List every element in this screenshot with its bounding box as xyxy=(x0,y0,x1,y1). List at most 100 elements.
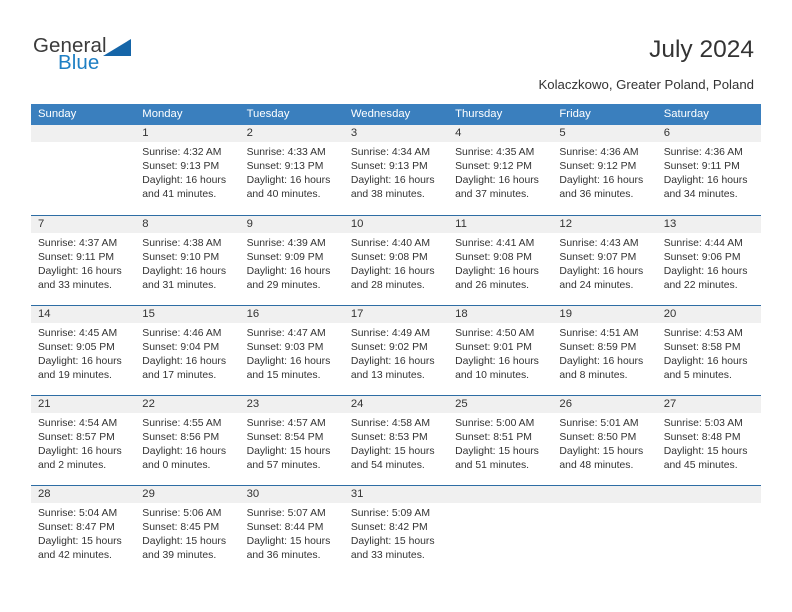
calendar-day-cell[interactable]: 22 Sunrise: 4:55 AM Sunset: 8:56 PM Dayligh… xyxy=(135,394,240,485)
sunset-text: Sunset: 9:08 PM xyxy=(350,251,428,263)
sunrise-text: Sunrise: 4:47 AM xyxy=(246,327,326,339)
calendar-day-cell[interactable]: 9 Sunrise: 4:39 AM Sunset: 9:09 PM Daylight… xyxy=(239,214,344,305)
day-details: Sunrise: 4:36 AM Sunset: 9:12 PM Daylight:… xyxy=(552,142,656,202)
daylight-text-line1: Daylight: 16 hours xyxy=(559,265,644,277)
calendar-day-cell[interactable]: 27 Sunrise: 5:03 AM Sunset: 8:48 PM Dayligh… xyxy=(656,394,761,485)
sunrise-text: Sunrise: 5:06 AM xyxy=(142,507,222,519)
day-details: Sunrise: 4:39 AM Sunset: 9:09 PM Daylight:… xyxy=(240,233,344,293)
day-details: Sunrise: 5:04 AM Sunset: 8:47 PM Daylight:… xyxy=(31,503,135,563)
daylight-text-line1: Daylight: 16 hours xyxy=(663,175,748,187)
sunrise-text: Sunrise: 4:35 AM xyxy=(455,147,535,158)
sunset-text: Sunset: 9:03 PM xyxy=(246,341,324,353)
daylight-text-line2: and 57 minutes. xyxy=(246,459,321,471)
calendar-table: Sunday Monday Tuesday Wednesday Thursday Frid… xyxy=(31,104,761,575)
calendar-day-cell[interactable]: 26 Sunrise: 5:01 AM Sunset: 8:50 PM Dayligh… xyxy=(552,394,657,485)
day-number: 8 xyxy=(135,215,240,233)
calendar-day-cell[interactable]: 3 Sunrise: 4:34 AM Sunset: 9:13 PM Daylight… xyxy=(343,125,449,215)
day-number: 3 xyxy=(343,125,449,142)
sunrise-text: Sunrise: 4:36 AM xyxy=(559,147,639,158)
day-details: Sunrise: 5:09 AM Sunset: 8:42 PM Daylight:… xyxy=(344,503,448,563)
calendar-day-cell-empty xyxy=(31,125,136,215)
calendar-day-cell[interactable]: 8 Sunrise: 4:38 AM Sunset: 9:10 PM Daylight… xyxy=(135,214,240,305)
calendar-day-cell[interactable]: 11 Sunrise: 4:41 AM Sunset: 9:08 PM Dayligh… xyxy=(448,214,553,305)
day-details: Sunrise: 4:46 AM Sunset: 9:04 PM Daylight:… xyxy=(135,323,239,383)
daylight-text-line2: and 13 minutes. xyxy=(350,369,425,381)
day-details: Sunrise: 4:55 AM Sunset: 8:56 PM Daylight:… xyxy=(135,413,239,473)
day-details: Sunrise: 4:33 AM Sunset: 9:13 PM Daylight:… xyxy=(240,142,344,202)
calendar-day-cell[interactable]: 30 Sunrise: 5:07 AM Sunset: 8:44 PM Dayligh… xyxy=(239,484,344,575)
day-number: 28 xyxy=(31,485,136,503)
daylight-text-line2: and 48 minutes. xyxy=(559,459,634,471)
sunset-text: Sunset: 8:50 PM xyxy=(559,431,637,443)
sunset-text: Sunset: 9:11 PM xyxy=(663,161,740,173)
day-number: 17 xyxy=(343,305,449,323)
calendar-day-cell[interactable]: 4 Sunrise: 4:35 AM Sunset: 9:12 PM Daylight… xyxy=(448,125,553,215)
calendar-day-cell[interactable]: 10 Sunrise: 4:40 AM Sunset: 9:08 PM Dayligh… xyxy=(343,214,449,305)
day-number: 5 xyxy=(552,125,657,142)
daylight-text-line1: Daylight: 15 hours xyxy=(350,445,435,457)
sunset-text: Sunset: 8:45 PM xyxy=(142,521,220,533)
calendar-day-cell[interactable]: 19 Sunrise: 4:51 AM Sunset: 8:59 PM Dayligh… xyxy=(552,304,657,395)
day-number: 25 xyxy=(448,395,553,413)
calendar-day-cell[interactable]: 20 Sunrise: 4:53 AM Sunset: 8:58 PM Dayligh… xyxy=(656,304,761,395)
sunrise-text: Sunrise: 4:54 AM xyxy=(38,417,118,429)
page-header: General Blue July 2024 Kolaczkowo, Great… xyxy=(0,0,792,104)
calendar-week-row: 1 Sunrise: 4:32 AM Sunset: 9:13 PM Daylight… xyxy=(31,125,761,215)
daylight-text-line1: Daylight: 16 hours xyxy=(455,265,539,277)
calendar-day-cell[interactable]: 18 Sunrise: 4:50 AM Sunset: 9:01 PM Dayligh… xyxy=(448,304,553,395)
daylight-text-line1: Daylight: 15 hours xyxy=(38,535,122,547)
daylight-text-line2: and 15 minutes. xyxy=(246,369,321,381)
daylight-text-line1: Daylight: 16 hours xyxy=(663,355,748,367)
calendar-day-cell[interactable]: 24 Sunrise: 4:58 AM Sunset: 8:53 PM Dayligh… xyxy=(343,394,449,485)
day-number: 24 xyxy=(343,395,449,413)
calendar-day-cell[interactable]: 31 Sunrise: 5:09 AM Sunset: 8:42 PM Dayligh… xyxy=(343,484,449,575)
calendar-week-row: 14 Sunrise: 4:45 AM Sunset: 9:05 PM Dayligh… xyxy=(31,304,761,395)
calendar-day-cell[interactable]: 16 Sunrise: 4:47 AM Sunset: 9:03 PM Dayligh… xyxy=(239,304,344,395)
sunset-text: Sunset: 9:05 PM xyxy=(38,341,115,353)
daylight-text-line1: Daylight: 16 hours xyxy=(559,355,644,367)
sunrise-text: Sunrise: 4:45 AM xyxy=(38,327,118,339)
calendar-day-cell[interactable]: 15 Sunrise: 4:46 AM Sunset: 9:04 PM Dayligh… xyxy=(135,304,240,395)
brand-logo[interactable]: General Blue xyxy=(33,35,193,83)
day-details: Sunrise: 4:43 AM Sunset: 9:07 PM Daylight:… xyxy=(552,233,656,293)
day-details: Sunrise: 4:58 AM Sunset: 8:53 PM Daylight:… xyxy=(344,413,448,473)
calendar-day-cell[interactable]: 6 Sunrise: 4:36 AM Sunset: 9:11 PM Daylight… xyxy=(656,125,761,215)
day-number: 27 xyxy=(656,395,761,413)
day-number: 15 xyxy=(135,305,240,323)
daylight-text-line2: and 24 minutes. xyxy=(559,279,634,291)
calendar-day-cell[interactable]: 5 Sunrise: 4:36 AM Sunset: 9:12 PM Daylight… xyxy=(552,125,657,215)
calendar-day-cell[interactable]: 14 Sunrise: 4:45 AM Sunset: 9:05 PM Dayligh… xyxy=(31,304,136,395)
day-details: Sunrise: 5:03 AM Sunset: 8:48 PM Daylight:… xyxy=(657,413,761,473)
calendar-day-cell[interactable]: 2 Sunrise: 4:33 AM Sunset: 9:13 PM Daylight… xyxy=(239,125,344,215)
calendar-day-cell[interactable]: 13 Sunrise: 4:44 AM Sunset: 9:06 PM Dayligh… xyxy=(656,214,761,305)
daylight-text-line1: Daylight: 16 hours xyxy=(663,265,748,277)
day-number: 7 xyxy=(31,215,136,233)
weekday-header-wednesday: Wednesday xyxy=(343,104,449,125)
sunset-text: Sunset: 9:02 PM xyxy=(350,341,428,353)
calendar-day-cell[interactable]: 12 Sunrise: 4:43 AM Sunset: 9:07 PM Dayligh… xyxy=(552,214,657,305)
daylight-text-line2: and 17 minutes. xyxy=(142,369,217,381)
calendar-day-cell[interactable]: 21 Sunrise: 4:54 AM Sunset: 8:57 PM Dayligh… xyxy=(31,394,136,485)
sunset-text: Sunset: 9:07 PM xyxy=(559,251,637,263)
weekday-header-tuesday: Tuesday xyxy=(239,104,344,125)
day-number: 20 xyxy=(656,305,761,323)
calendar-day-cell[interactable]: 23 Sunrise: 4:57 AM Sunset: 8:54 PM Dayligh… xyxy=(239,394,344,485)
day-number: 12 xyxy=(552,215,657,233)
calendar-day-cell[interactable]: 7 Sunrise: 4:37 AM Sunset: 9:11 PM Daylight… xyxy=(31,214,136,305)
calendar-day-cell[interactable]: 29 Sunrise: 5:06 AM Sunset: 8:45 PM Dayligh… xyxy=(135,484,240,575)
calendar-day-cell[interactable]: 1 Sunrise: 4:32 AM Sunset: 9:13 PM Daylight… xyxy=(135,125,240,215)
daylight-text-line1: Daylight: 16 hours xyxy=(246,175,331,187)
daylight-text-line1: Daylight: 16 hours xyxy=(38,355,122,367)
sunrise-text: Sunrise: 5:03 AM xyxy=(663,417,743,429)
daylight-text-line2: and 42 minutes. xyxy=(38,549,112,561)
weekday-header-sunday: Sunday xyxy=(31,104,136,125)
sunrise-text: Sunrise: 4:36 AM xyxy=(663,147,743,158)
calendar-day-cell[interactable]: 17 Sunrise: 4:49 AM Sunset: 9:02 PM Dayligh… xyxy=(343,304,449,395)
sunset-text: Sunset: 8:57 PM xyxy=(38,431,115,443)
calendar-header-row: Sunday Monday Tuesday Wednesday Thursday Frid… xyxy=(31,104,761,125)
sunrise-text: Sunrise: 4:32 AM xyxy=(142,147,222,158)
calendar-day-cell[interactable]: 28 Sunrise: 5:04 AM Sunset: 8:47 PM Dayligh… xyxy=(31,484,136,575)
calendar-day-cell[interactable]: 25 Sunrise: 5:00 AM Sunset: 8:51 PM Dayligh… xyxy=(448,394,553,485)
daylight-text-line2: and 38 minutes. xyxy=(350,189,425,201)
day-details: Sunrise: 5:00 AM Sunset: 8:51 PM Daylight:… xyxy=(448,413,552,473)
